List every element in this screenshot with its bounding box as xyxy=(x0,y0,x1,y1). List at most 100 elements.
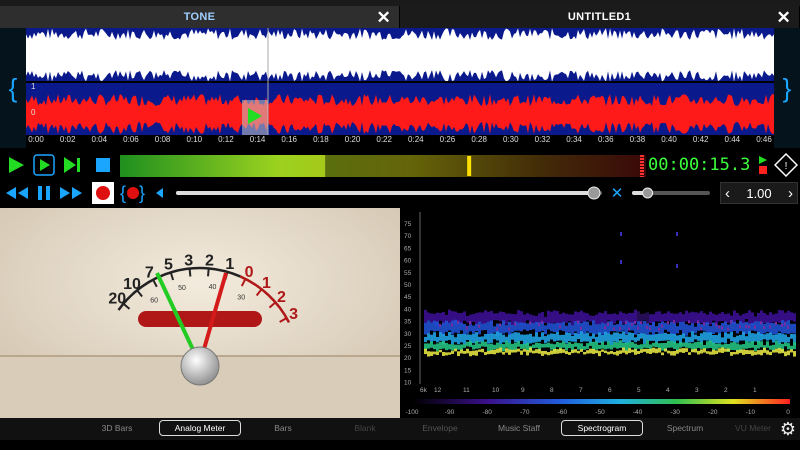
meter-tick xyxy=(207,268,210,277)
spectrogram-cell xyxy=(730,332,733,342)
svg-text:{: { xyxy=(120,183,126,203)
reset-speed-icon[interactable]: ✕ xyxy=(608,184,626,202)
view-tab-spectrum[interactable]: Spectrum xyxy=(646,420,724,436)
spectrogram-cell xyxy=(715,343,718,350)
timeline-tick: 0:22 xyxy=(376,135,392,144)
spectrogram-cell xyxy=(619,321,622,332)
spectrogram-cell xyxy=(766,322,769,332)
spectrogram-cell xyxy=(523,348,526,352)
spectrogram-cell xyxy=(577,350,580,354)
spectrogram-cell xyxy=(658,327,660,331)
spectrogram-cell xyxy=(760,322,763,336)
db-tick: -70 xyxy=(520,409,530,416)
right-bracket-icon[interactable]: } xyxy=(774,28,800,148)
speed-stepper[interactable]: ‹ 1.00 › xyxy=(720,182,798,204)
waveform-display[interactable] xyxy=(26,28,774,135)
spectrogram-cell xyxy=(478,336,481,343)
spectrogram-cell xyxy=(646,323,649,336)
spectrogram-x-tick: 4 xyxy=(666,387,670,394)
spectrogram-cell xyxy=(475,323,478,332)
spectrogram-cell xyxy=(613,351,616,355)
spectrogram-cell xyxy=(460,333,463,343)
view-tab-bars[interactable]: Bars xyxy=(244,420,322,436)
spectrogram[interactable]: 75706560555045403530252015106k 12 11 10 9 8 7 6… xyxy=(402,208,800,420)
spectrogram-cell xyxy=(550,350,553,355)
spectrogram-cell xyxy=(739,349,742,354)
chevron-left-icon[interactable]: ‹ xyxy=(725,185,730,202)
spectrogram-cell xyxy=(622,347,625,353)
spectrogram-cell xyxy=(619,350,622,354)
chevron-right-icon[interactable]: › xyxy=(788,185,793,202)
play-selection-icon[interactable] xyxy=(32,153,56,177)
view-tab-spectrogram[interactable]: Spectrogram xyxy=(561,420,643,436)
gear-icon[interactable]: ⚙ xyxy=(780,419,796,440)
spectrogram-cell xyxy=(652,334,655,341)
view-tab-vu-meter[interactable]: VU Meter xyxy=(728,420,778,436)
spectrogram-cell xyxy=(661,321,664,334)
spectrogram-cell xyxy=(703,322,705,326)
spectrogram-cell xyxy=(622,324,625,331)
view-tab-envelope[interactable]: Envelope xyxy=(404,420,476,436)
file-tab-bar: TONE ✕ UNTITLED1 ✕ xyxy=(0,6,800,28)
spectrogram-cell xyxy=(766,350,769,355)
meter-small-label: 50 xyxy=(178,285,186,292)
transport-row-primary: 00:00:15.3 ! xyxy=(0,150,800,180)
spectrogram-cell xyxy=(541,320,543,324)
spectrogram-cell xyxy=(436,321,439,331)
spectrogram-cell xyxy=(790,333,793,339)
spectrogram-cell xyxy=(436,351,439,355)
loop-indicator-icon[interactable] xyxy=(756,154,770,176)
tab-tone[interactable]: TONE ✕ xyxy=(0,6,400,28)
spectrogram-cell xyxy=(451,344,454,351)
spectrogram-cell xyxy=(451,350,454,354)
close-icon[interactable]: ✕ xyxy=(376,8,391,28)
play-icon[interactable] xyxy=(4,153,28,177)
spectrogram-cell xyxy=(526,323,529,331)
view-tab-analog-meter[interactable]: Analog Meter xyxy=(159,420,241,436)
spectrogram-cell xyxy=(571,349,574,354)
play-to-end-icon[interactable] xyxy=(60,153,84,177)
spectrogram-cell xyxy=(484,323,487,331)
spectrogram-cell xyxy=(667,333,670,341)
spectrogram-cell xyxy=(754,325,756,329)
view-tab-music-staff[interactable]: Music Staff xyxy=(480,420,558,436)
fast-forward-icon[interactable] xyxy=(58,183,84,203)
tab-untitled1[interactable]: UNTITLED1 ✕ xyxy=(400,6,800,28)
volume-icon[interactable] xyxy=(152,185,166,201)
spectrogram-cell xyxy=(472,333,475,344)
timeline-tick: 0:38 xyxy=(629,135,646,144)
timeline-ruler[interactable]: 0:00 0:02 0:04 0:06 0:08 0:10 0:12 0:14 0:16 0:18… xyxy=(26,135,774,148)
clip-indicator xyxy=(640,176,644,177)
speed-slider[interactable] xyxy=(632,186,710,200)
record-selection-icon[interactable]: {} xyxy=(120,182,146,204)
spectrogram-cell xyxy=(592,320,595,335)
record-icon[interactable] xyxy=(92,182,114,204)
stop-icon[interactable] xyxy=(92,154,114,176)
spectrogram-cell xyxy=(652,321,655,336)
spectrogram-cell xyxy=(688,352,691,355)
spectrogram-cell xyxy=(682,342,685,347)
spectrogram-cell xyxy=(445,352,448,356)
spectrogram-cell xyxy=(466,341,469,347)
view-tab-3d-bars[interactable]: 3D Bars xyxy=(78,420,156,436)
spectrogram-cell xyxy=(790,349,793,353)
spectrogram-cell xyxy=(622,331,625,343)
spectrogram-cell xyxy=(709,340,712,348)
spectrogram-cell xyxy=(628,327,630,331)
close-icon[interactable]: ✕ xyxy=(776,8,791,28)
spectrogram-cell xyxy=(433,344,436,350)
spectrogram-cell xyxy=(568,322,571,333)
waveform-area[interactable]: { 1 0 0:00 0:02 0:04 0:06 0:08 0:10 0:12 0:14 0:… xyxy=(0,28,800,148)
view-tab-blank[interactable]: Blank xyxy=(326,420,404,436)
rewind-icon[interactable] xyxy=(4,183,30,203)
spectrogram-cell xyxy=(694,312,697,324)
spectrogram-panel[interactable]: 75 70 65 60 55 50 45 40 35 30 25 20 15 10 6k 12 11 10 9 8 7 6… xyxy=(402,208,800,420)
timeline-tick: 0:00 xyxy=(28,135,44,144)
volume-slider[interactable] xyxy=(176,186,602,200)
settings-diamond-icon[interactable]: ! xyxy=(774,153,798,177)
spectrogram-cell xyxy=(478,321,481,335)
spectrogram-cell xyxy=(538,349,541,354)
left-bracket-icon[interactable]: { xyxy=(0,28,26,148)
db-tick: -60 xyxy=(558,409,568,416)
pause-icon[interactable] xyxy=(34,183,54,203)
